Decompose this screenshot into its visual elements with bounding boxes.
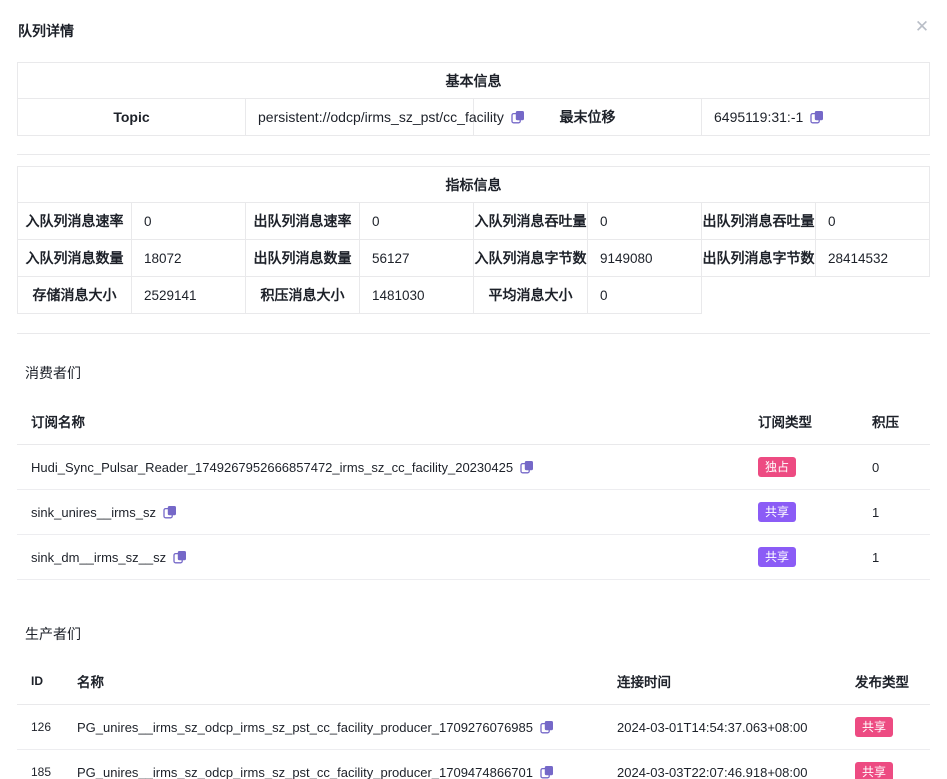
divider — [17, 333, 930, 334]
producers-heading: 生产者们 — [25, 624, 947, 644]
page-title: 队列详情 — [18, 23, 74, 39]
metric-label: 存储消息大小 — [18, 277, 132, 314]
producer-id: 126 — [31, 720, 77, 734]
metric-value: 28414532 — [816, 240, 930, 277]
column-subscription-name: 订阅名称 — [31, 411, 758, 431]
metric-value: 0 — [588, 203, 702, 240]
producer-row: 126 PG_unires__irms_sz_odcp_irms_sz_pst_… — [17, 705, 930, 750]
metrics-row: 入队列消息数量 18072 出队列消息数量 56127 入队列消息字节数 914… — [18, 240, 930, 277]
metric-label: 入队列消息速率 — [18, 203, 132, 240]
metric-label: 出队列消息字节数 — [702, 240, 816, 277]
subscription-type-badge: 独占 — [758, 457, 796, 477]
producer-connect-time: 2024-03-03T22:07:46.918+08:00 — [617, 765, 855, 779]
metric-label: 平均消息大小 — [474, 277, 588, 314]
metric-value: 9149080 — [588, 240, 702, 277]
consumer-row: Hudi_Sync_Pulsar_Reader_1749267952666857… — [17, 445, 930, 490]
column-name: 名称 — [77, 671, 617, 691]
consumer-row: sink_dm__irms_sz__sz 共享 1 — [17, 535, 930, 580]
offset-value: 6495119:31:-1 — [714, 109, 803, 125]
metric-value: 2529141 — [132, 277, 246, 314]
divider — [17, 154, 930, 155]
metric-value: 0 — [132, 203, 246, 240]
column-backlog: 积压 — [872, 411, 930, 431]
basic-info-table: 基本信息 Topic persistent://odcp/irms_sz_pst… — [17, 62, 930, 136]
metrics-row: 存储消息大小 2529141 积压消息大小 1481030 平均消息大小 0 — [18, 277, 930, 314]
metric-label: 出队列消息数量 — [246, 240, 360, 277]
basic-info-row: Topic persistent://odcp/irms_sz_pst/cc_f… — [18, 99, 930, 136]
subscription-name: sink_dm__irms_sz__sz — [31, 550, 166, 565]
close-icon[interactable]: ✕ — [912, 17, 932, 37]
subscription-type-badge: 共享 — [758, 547, 796, 567]
producer-connect-time: 2024-03-01T14:54:37.063+08:00 — [617, 720, 855, 735]
basic-info-header: 基本信息 — [18, 63, 930, 99]
copy-icon[interactable] — [540, 765, 554, 779]
producer-name: PG_unires__irms_sz_odcp_irms_sz_pst_cc_f… — [77, 720, 533, 735]
metric-label: 出队列消息吞吐量 — [702, 203, 816, 240]
column-connect-time: 连接时间 — [617, 671, 855, 691]
backlog-value: 0 — [872, 460, 930, 475]
metric-label: 出队列消息速率 — [246, 203, 360, 240]
copy-icon[interactable] — [173, 550, 187, 564]
copy-icon[interactable] — [511, 110, 525, 124]
column-id: ID — [31, 674, 77, 688]
topic-value: persistent://odcp/irms_sz_pst/cc_facilit… — [258, 109, 504, 125]
producers-table-header: ID 名称 连接时间 发布类型 — [17, 656, 930, 705]
metric-value: 0 — [360, 203, 474, 240]
copy-icon[interactable] — [163, 505, 177, 519]
producer-row: 185 PG_unires__irms_sz_odcp_irms_sz_pst_… — [17, 750, 930, 779]
metric-value: 56127 — [360, 240, 474, 277]
metric-label: 积压消息大小 — [246, 277, 360, 314]
metric-value: 0 — [588, 277, 702, 314]
metric-label: 入队列消息数量 — [18, 240, 132, 277]
copy-icon[interactable] — [810, 110, 824, 124]
subscription-name: sink_unires__irms_sz — [31, 505, 156, 520]
topic-value-cell: persistent://odcp/irms_sz_pst/cc_facilit… — [246, 99, 474, 136]
column-publish-type: 发布类型 — [855, 671, 930, 691]
consumer-row: sink_unires__irms_sz 共享 1 — [17, 490, 930, 535]
metric-value: 0 — [816, 203, 930, 240]
backlog-value: 1 — [872, 550, 930, 565]
metric-value: 1481030 — [360, 277, 474, 314]
metrics-row: 入队列消息速率 0 出队列消息速率 0 入队列消息吞吐量 0 出队列消息吞吐量 … — [18, 203, 930, 240]
metrics-header: 指标信息 — [18, 167, 930, 203]
copy-icon[interactable] — [520, 460, 534, 474]
copy-icon[interactable] — [540, 720, 554, 734]
dialog-header: 队列详情 ✕ — [0, 0, 947, 41]
subscription-type-badge: 共享 — [758, 502, 796, 522]
backlog-value: 1 — [872, 505, 930, 520]
column-subscription-type: 订阅类型 — [758, 411, 872, 431]
metrics-table: 指标信息 入队列消息速率 0 出队列消息速率 0 入队列消息吞吐量 0 出队列消… — [17, 166, 930, 314]
producer-id: 185 — [31, 765, 77, 779]
producers-table: ID 名称 连接时间 发布类型 126 PG_unires__irms_sz_o… — [17, 656, 930, 779]
metric-empty-cell — [702, 277, 930, 314]
consumers-heading: 消费者们 — [25, 363, 947, 383]
metric-label: 入队列消息吞吐量 — [474, 203, 588, 240]
publish-type-badge: 共享 — [855, 717, 893, 737]
consumers-table-header: 订阅名称 订阅类型 积压 — [17, 396, 930, 445]
metric-value: 18072 — [132, 240, 246, 277]
topic-label: Topic — [18, 99, 246, 136]
offset-value-cell: 6495119:31:-1 — [702, 99, 930, 136]
subscription-name: Hudi_Sync_Pulsar_Reader_1749267952666857… — [31, 460, 513, 475]
publish-type-badge: 共享 — [855, 762, 893, 779]
producer-name: PG_unires__irms_sz_odcp_irms_sz_pst_cc_f… — [77, 765, 533, 779]
consumers-table: 订阅名称 订阅类型 积压 Hudi_Sync_Pulsar_Reader_174… — [17, 396, 930, 580]
metric-label: 入队列消息字节数 — [474, 240, 588, 277]
